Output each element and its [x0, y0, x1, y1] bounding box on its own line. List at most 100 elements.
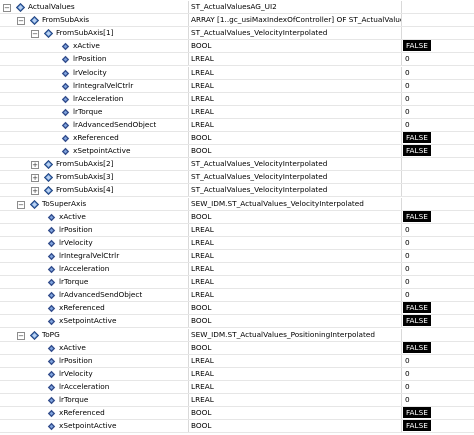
value-cell[interactable]: [403, 198, 474, 210]
column-divider: [188, 302, 189, 315]
value-cell[interactable]: FALSE: [403, 341, 474, 354]
column-divider: [401, 315, 402, 328]
name-cell: lrAcceleration: [0, 381, 185, 393]
collapse-toggle-icon[interactable]: −: [17, 17, 25, 26]
tree-row[interactable]: lrTorque LREAL 0: [0, 276, 474, 290]
expand-toggle-icon[interactable]: +: [31, 174, 39, 183]
value-cell[interactable]: 0: [403, 394, 474, 406]
tree-row[interactable]: xReferenced BOOL FALSE: [0, 407, 474, 421]
variable-name: lrAdvancedSendObject: [59, 290, 143, 300]
tree-row[interactable]: + FromSubAxis[3] ST_ActualValues_VelocityI…: [0, 171, 474, 185]
tree-row[interactable]: lrAcceleration LREAL 0: [0, 263, 474, 277]
value-cell[interactable]: FALSE: [403, 302, 474, 314]
tree-row[interactable]: xActive BOOL FALSE: [0, 210, 474, 224]
column-divider: [188, 420, 189, 433]
column-divider: [401, 197, 402, 210]
tree-row[interactable]: lrPosition LREAL 0: [0, 354, 474, 368]
tree-row[interactable]: lrVelocity LREAL 0: [0, 367, 474, 381]
value-cell[interactable]: 0: [403, 250, 474, 262]
value-cell[interactable]: 0: [403, 289, 474, 301]
value-cell[interactable]: 0: [403, 368, 474, 380]
value-cell[interactable]: 0: [403, 276, 474, 288]
tree-row[interactable]: lrIntegralVelCtrlr LREAL 0: [0, 249, 474, 263]
column-divider: [401, 328, 402, 341]
value-cell[interactable]: 0: [403, 80, 474, 92]
tree-row[interactable]: lrTorque LREAL 0: [0, 394, 474, 408]
value-cell[interactable]: [403, 14, 474, 26]
value-cell[interactable]: [403, 171, 474, 183]
tree-row[interactable]: − FromSubAxis ARRAY [1..gc_usiMaxIndexOfCo…: [0, 14, 474, 28]
collapse-toggle-icon[interactable]: −: [17, 200, 25, 209]
variable-name: lrTorque: [59, 277, 89, 287]
tree-row[interactable]: lrVelocity LREAL 0: [0, 236, 474, 250]
value-cell[interactable]: FALSE: [403, 40, 474, 52]
tree-row[interactable]: xSetpointActive BOOL FALSE: [0, 145, 474, 159]
tree-row[interactable]: lrAdvancedSendObject LREAL 0: [0, 289, 474, 303]
expand-toggle-icon[interactable]: +: [31, 187, 39, 196]
value-cell[interactable]: [403, 158, 474, 170]
tree-row[interactable]: lrIntegralVelCtrlr LREAL 0: [0, 79, 474, 93]
tree-row[interactable]: lrTorque LREAL 0: [0, 105, 474, 119]
tree-row[interactable]: lrPosition LREAL 0: [0, 223, 474, 237]
value-cell[interactable]: 0: [403, 106, 474, 118]
name-cell: lrIntegralVelCtrlr: [0, 80, 185, 92]
value-cell[interactable]: FALSE: [403, 407, 474, 419]
tree-row[interactable]: − ToPG SEW_IDM.ST_ActualValues_Positioning…: [0, 328, 474, 342]
tree-row[interactable]: + FromSubAxis[4] ST_ActualValues_VelocityI…: [0, 184, 474, 198]
column-divider: [188, 53, 189, 66]
variable-name: lrTorque: [73, 106, 103, 116]
value-cell[interactable]: [403, 1, 474, 13]
value-cell[interactable]: 0: [403, 67, 474, 79]
tree-row[interactable]: lrAcceleration LREAL 0: [0, 380, 474, 394]
type-cell: LREAL: [191, 106, 214, 116]
variable-name: lrVelocity: [59, 237, 93, 247]
column-divider: [401, 158, 402, 171]
tree-row[interactable]: lrAcceleration LREAL 0: [0, 92, 474, 106]
tree-row[interactable]: − ToSuperAxis SEW_IDM.ST_ActualValues_Velo…: [0, 197, 474, 211]
value-cell[interactable]: [403, 184, 474, 196]
variable-icon: [47, 370, 56, 379]
watch-tree: − ActualValues ST_ActualValuesAG_UI2− FromS…: [0, 0, 474, 435]
name-cell: lrVelocity: [0, 368, 185, 380]
value-cell[interactable]: 0: [403, 119, 474, 131]
type-cell: ST_ActualValuesAG_UI2: [191, 2, 277, 11]
tree-row[interactable]: + FromSubAxis[2] ST_ActualValues_VelocityI…: [0, 158, 474, 172]
tree-row[interactable]: lrVelocity LREAL 0: [0, 66, 474, 80]
collapse-toggle-icon[interactable]: −: [3, 4, 11, 12]
column-divider: [401, 27, 402, 40]
value-cell[interactable]: FALSE: [403, 210, 474, 223]
collapse-toggle-icon[interactable]: −: [17, 331, 25, 340]
collapse-toggle-icon[interactable]: −: [31, 30, 39, 39]
tree-row[interactable]: xSetpointActive BOOL FALSE: [0, 420, 474, 434]
tree-row[interactable]: − ActualValues ST_ActualValuesAG_UI2: [0, 1, 474, 15]
value-cell[interactable]: 0: [403, 355, 474, 367]
value-cell[interactable]: 0: [403, 237, 474, 249]
tree-row[interactable]: xSetpointActive BOOL FALSE: [0, 315, 474, 329]
value-cell[interactable]: 0: [403, 224, 474, 236]
value-cell[interactable]: FALSE: [403, 132, 474, 144]
value-cell[interactable]: 0: [403, 93, 474, 105]
value-cell[interactable]: 0: [403, 381, 474, 393]
variable-icon: [47, 278, 56, 287]
value-cell[interactable]: FALSE: [403, 145, 474, 157]
value-cell[interactable]: [403, 27, 474, 39]
tree-row[interactable]: xReferenced BOOL FALSE: [0, 132, 474, 146]
name-cell: + FromSubAxis[4]: [0, 184, 185, 196]
tree-row[interactable]: xActive BOOL FALSE: [0, 341, 474, 355]
type-cell: LREAL: [191, 277, 214, 287]
value-cell[interactable]: FALSE: [403, 420, 474, 432]
value-cell[interactable]: 0: [403, 263, 474, 275]
tree-row[interactable]: xActive BOOL FALSE: [0, 40, 474, 54]
type-cell: ST_ActualValues_VelocityInterpolated: [191, 28, 328, 38]
value-cell[interactable]: FALSE: [403, 315, 474, 327]
tree-row[interactable]: xReferenced BOOL FALSE: [0, 302, 474, 316]
expand-toggle-icon[interactable]: +: [31, 161, 39, 170]
tree-row[interactable]: lrPosition LREAL 0: [0, 53, 474, 67]
value-cell[interactable]: [403, 329, 474, 341]
variable-name: lrAcceleration: [59, 264, 110, 273]
value-cell[interactable]: 0: [403, 53, 474, 65]
column-divider: [188, 1, 189, 14]
tree-row[interactable]: − FromSubAxis[1] ST_ActualValues_VelocityI…: [0, 27, 474, 41]
variable-name: FromSubAxis[1]: [56, 28, 114, 38]
tree-row[interactable]: lrAdvancedSendObject LREAL 0: [0, 118, 474, 132]
